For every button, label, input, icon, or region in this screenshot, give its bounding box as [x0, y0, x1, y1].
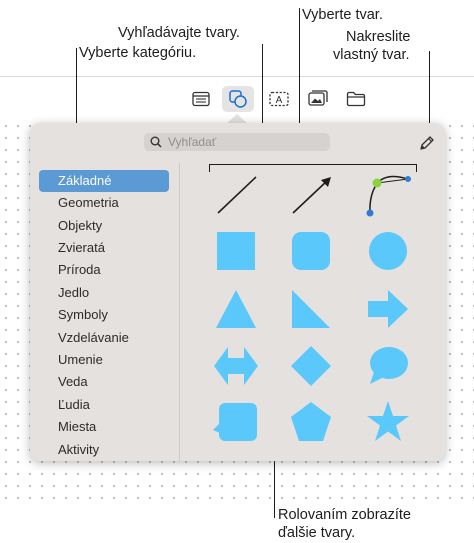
callout-draw-shape-2: vlastný tvar.: [333, 47, 410, 63]
media-button[interactable]: [303, 86, 333, 112]
text-box-button[interactable]: A: [264, 86, 294, 112]
toolbar-divider: [0, 76, 474, 77]
category-item-ludia[interactable]: Ľudia: [39, 394, 169, 416]
pentagon-shape[interactable]: [291, 402, 331, 441]
sidebar-divider: [179, 163, 180, 461]
callout-search-shapes: Vyhľadávajte tvary.: [118, 25, 240, 41]
draw-shape-button[interactable]: [418, 134, 438, 154]
text-box-icon: A: [269, 91, 289, 107]
callout-scroll-1: Rolovaním zobrazíte: [278, 507, 411, 523]
category-item-objekty[interactable]: Objekty: [39, 215, 169, 237]
callout-select-category: Vyberte kategóriu.: [79, 45, 197, 61]
svg-text:A: A: [276, 95, 283, 106]
rounded-square-shape[interactable]: [292, 232, 330, 270]
category-item-zvierata[interactable]: Zvieratá: [39, 237, 169, 259]
category-item-aktivity[interactable]: Aktivity: [39, 439, 169, 461]
category-item-jedlo[interactable]: Jedlo: [39, 282, 169, 304]
double-arrow-shape[interactable]: [214, 347, 258, 385]
line-shape[interactable]: [213, 173, 261, 217]
callout-select-shape: Vyberte tvar.: [302, 7, 383, 23]
circle-shape[interactable]: [369, 232, 407, 270]
category-item-priroda[interactable]: Príroda: [39, 259, 169, 281]
square-shape[interactable]: [217, 232, 255, 270]
category-item-miesta[interactable]: Miesta: [39, 416, 169, 438]
leader-draw-shape: [429, 51, 430, 132]
right-triangle-shape[interactable]: [292, 290, 330, 328]
triangle-shape[interactable]: [216, 290, 256, 328]
category-item-veda[interactable]: Veda: [39, 371, 169, 393]
category-item-zakladne[interactable]: Základné: [39, 170, 169, 192]
search-field[interactable]: [144, 133, 330, 151]
category-item-symboly[interactable]: Symboly: [39, 304, 169, 326]
folder-icon: [346, 91, 366, 107]
callout-scroll-2: ďalšie tvary.: [278, 525, 356, 541]
arrow-shape[interactable]: [368, 290, 408, 328]
category-item-geometria[interactable]: Geometria: [39, 192, 169, 214]
search-input[interactable]: [168, 135, 318, 149]
curve-shape[interactable]: [360, 170, 416, 220]
callout-draw-shape-1: Nakreslite: [346, 29, 411, 45]
arrow-line-shape[interactable]: [288, 173, 336, 217]
category-item-vzdelavanie[interactable]: Vzdelávanie: [39, 327, 169, 349]
speech-bubble-shape[interactable]: [368, 346, 408, 386]
table-button[interactable]: [186, 86, 216, 112]
shapes-icon: [229, 90, 247, 108]
folder-button[interactable]: [341, 86, 371, 112]
callout-square-shape[interactable]: [213, 403, 257, 441]
search-icon: [150, 136, 162, 148]
category-item-umenie[interactable]: Umenie: [39, 349, 169, 371]
table-icon: [192, 91, 210, 107]
media-icon: [308, 90, 328, 106]
pen-icon: [420, 136, 434, 150]
star-shape[interactable]: [367, 401, 409, 441]
leader-search: [262, 44, 263, 130]
diamond-shape[interactable]: [291, 346, 331, 386]
shapes-button[interactable]: [222, 86, 254, 112]
